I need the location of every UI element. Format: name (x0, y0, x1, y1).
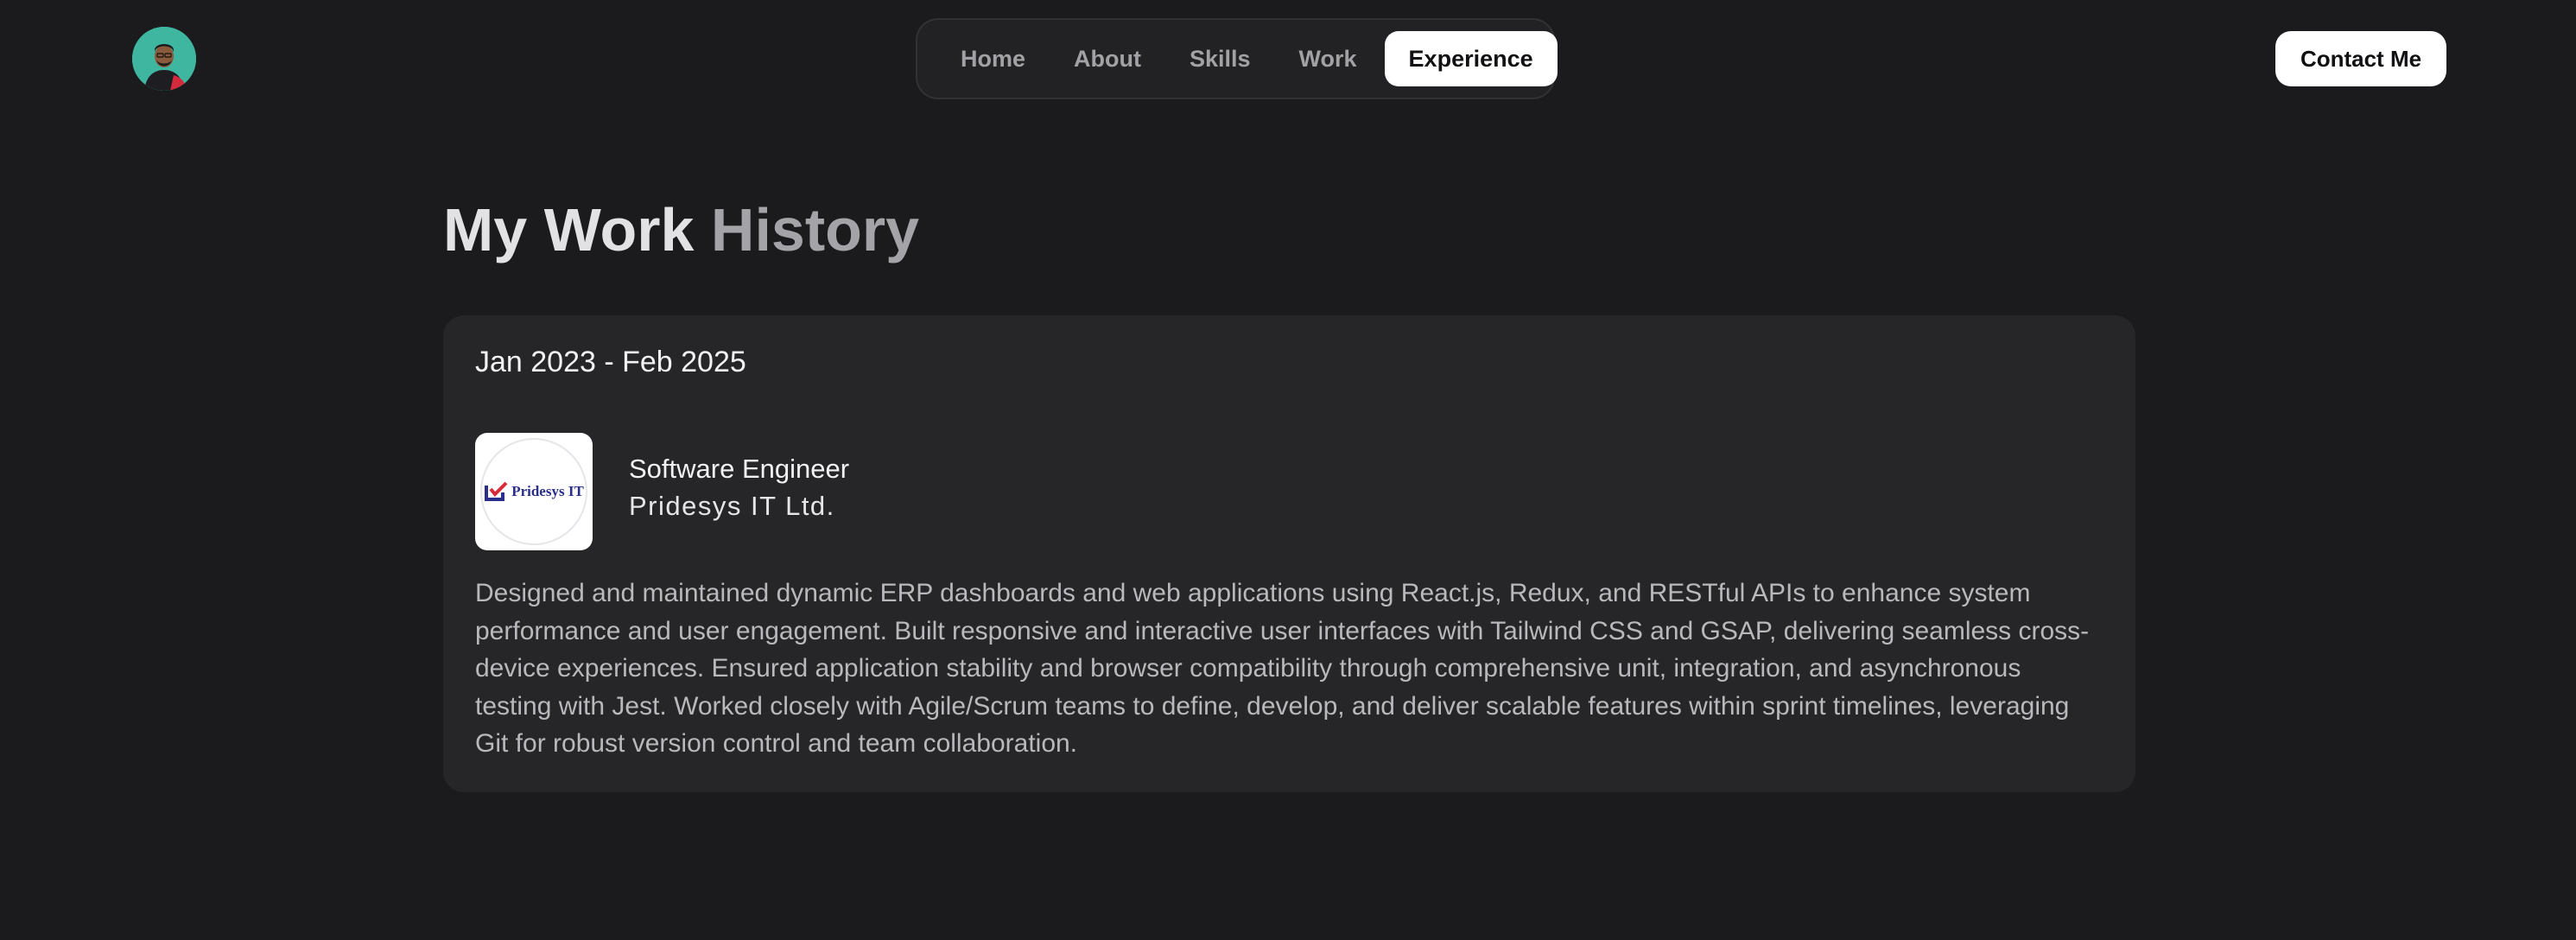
company-name: Pridesys IT Ltd. (629, 491, 835, 521)
page-title-secondary: History (710, 196, 920, 264)
avatar[interactable] (132, 27, 196, 91)
site-header: Home About Skills Work Experience Contac… (0, 0, 2576, 118)
nav-about[interactable]: About (1050, 31, 1165, 86)
experience-date-range: Jan 2023 - Feb 2025 (475, 346, 746, 378)
nav-experience[interactable]: Experience (1384, 31, 1558, 86)
page-title-primary: My Work (443, 196, 695, 264)
logo-mark-icon (485, 481, 508, 501)
nav-work[interactable]: Work (1275, 31, 1381, 86)
nav-home[interactable]: Home (936, 31, 1050, 86)
logo-text: Pridesys IT (511, 483, 584, 499)
experience-card: Jan 2023 - Feb 2025 Pridesys IT Software… (443, 315, 2135, 792)
profile-photo-icon (132, 27, 196, 91)
main-nav: Home About Skills Work Experience (916, 18, 1558, 99)
job-title: Software Engineer (629, 454, 850, 484)
company-logo: Pridesys IT (475, 433, 593, 550)
nav-skills[interactable]: Skills (1165, 31, 1275, 86)
job-description: Designed and maintained dynamic ERP dash… (475, 579, 2090, 758)
page-title: My Work History (443, 190, 919, 270)
contact-me-button[interactable]: Contact Me (2275, 31, 2446, 86)
pridesys-logo-icon: Pridesys IT (480, 438, 587, 545)
